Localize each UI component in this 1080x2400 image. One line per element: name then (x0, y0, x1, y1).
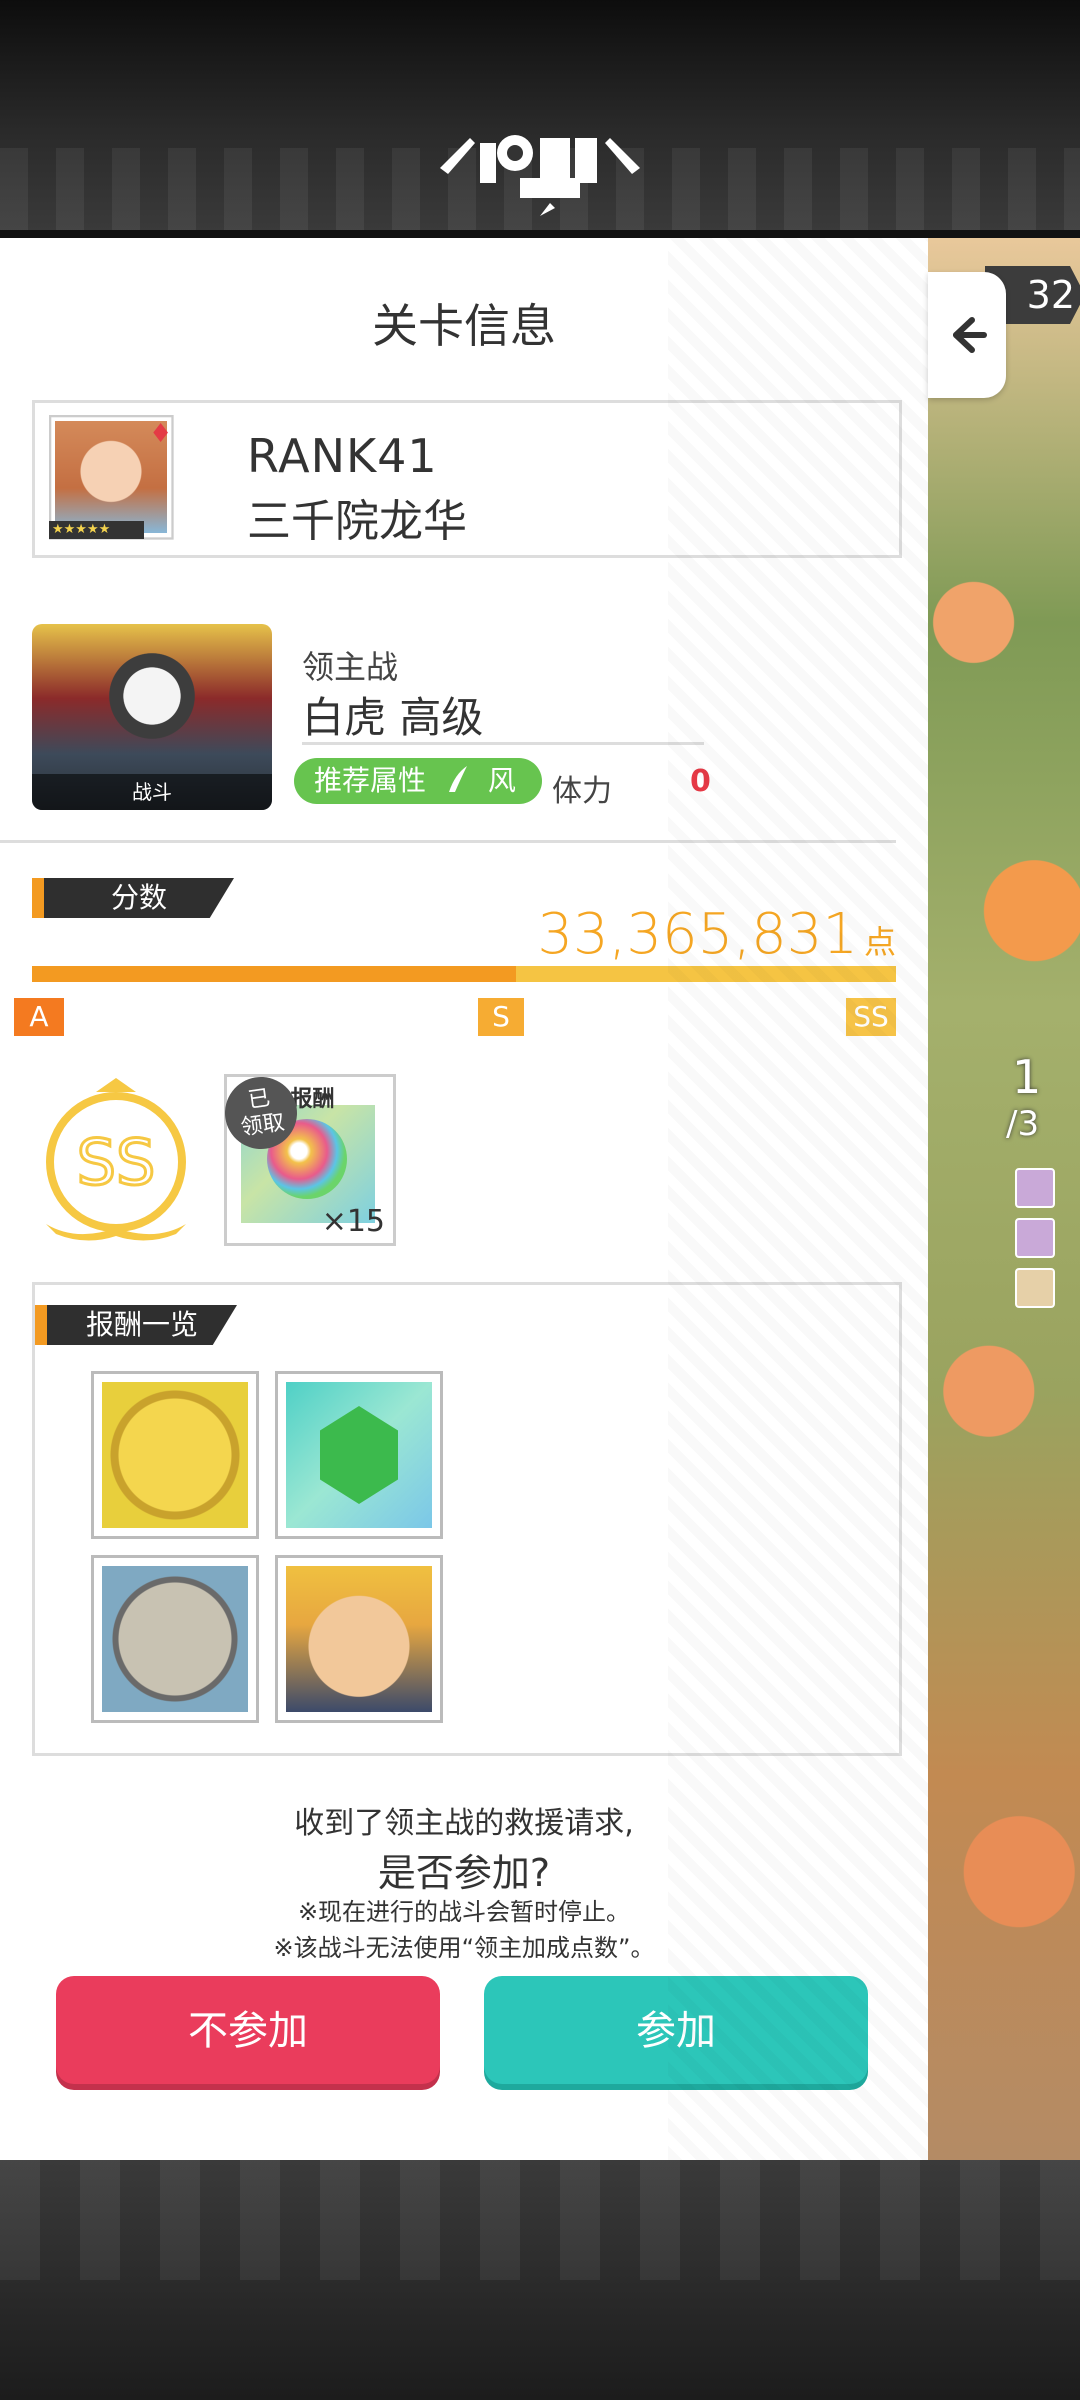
silver-coin-icon (102, 1566, 248, 1712)
wind-icon (448, 766, 467, 792)
user-name: 三千院龙华 (247, 496, 467, 547)
member-icon (1015, 1168, 1055, 1208)
score-unit: 点 (863, 923, 896, 961)
attribute-value: 风 (487, 764, 516, 797)
page-current: 1 (1012, 1050, 1042, 1104)
rank-marker-ss: SS (846, 998, 896, 1036)
boss-divider (302, 742, 704, 745)
first-clear-reward[interactable]: S 报酬 已 领取 ×15 (220, 1072, 396, 1246)
ss-rank-medal-icon: SS (46, 1078, 186, 1241)
recommended-attribute: 推荐属性 风 (294, 758, 542, 804)
page-total: /3 (1006, 1104, 1040, 1144)
bottom-bar-pattern (0, 2160, 1080, 2280)
score-display: 33,365,831 点 (537, 902, 896, 967)
rank-marker-s: S (478, 998, 524, 1036)
avatar-stars: ★★★★★ (49, 521, 144, 539)
boss-name: 白虎 高级 (302, 693, 484, 742)
green-gem-icon (286, 1382, 432, 1528)
boss-type: 领主战 (302, 648, 399, 686)
ss-medal-text: SS (77, 1126, 156, 1199)
reward-item-character[interactable] (275, 1555, 443, 1723)
join-question: 是否参加? (377, 1851, 551, 1895)
claimed-line2: 领取 (239, 1109, 287, 1141)
reward-item-green-gem[interactable] (275, 1371, 443, 1539)
panel-title: 关卡信息 (372, 299, 556, 353)
suit-icon: ♦ (149, 419, 173, 449)
decline-button[interactable]: 不参加 (56, 1976, 440, 2084)
join-button[interactable]: 参加 (484, 1976, 868, 2084)
rank-marker-a: A (14, 998, 64, 1036)
reward-quantity: ×15 (321, 1204, 385, 1239)
reward-item-gold-coin[interactable] (91, 1371, 259, 1539)
section-divider (0, 840, 896, 843)
character-cat-icon (286, 1566, 432, 1712)
game-background (928, 238, 1080, 2160)
game-logo-icon (440, 135, 640, 216)
top-bar-edge (0, 230, 1080, 238)
score-section-label: 分数 (32, 878, 234, 918)
gold-coin-icon (102, 1382, 248, 1528)
claimed-line1: 已 (246, 1085, 272, 1114)
recommended-attribute-label: 推荐属性 (314, 764, 427, 797)
stamina-label: 体力 (552, 774, 612, 809)
note-bonus-unavailable: ※该战斗无法使用“领主加成点数”。 (273, 1934, 655, 1962)
reward-list-box: 报酬一览 (32, 1282, 902, 1756)
member-icon (1015, 1268, 1055, 1308)
rescue-message: 收到了领主战的救援请求, (294, 1806, 634, 1841)
page-counter: 1 /3 (1006, 1050, 1042, 1144)
user-rank: RANK41 (247, 429, 438, 483)
top-bar (0, 0, 1080, 238)
boss-image[interactable]: 战斗 (32, 624, 272, 810)
boss-image-label: 战斗 (32, 774, 272, 810)
bottom-bar (0, 2160, 1080, 2400)
back-arrow-icon (953, 317, 987, 353)
boss-face-icon (102, 646, 202, 746)
note-battle-pause: ※现在进行的战斗会暂时停止。 (297, 1898, 631, 1926)
reward-list-label: 报酬一览 (35, 1305, 237, 1345)
member-icon (1015, 1218, 1055, 1258)
user-card: ★★★★★ ♦ RANK41 三千院龙华 (32, 400, 902, 558)
score-value: 33,365,831 (537, 902, 858, 967)
reward-item-silver-coin[interactable] (91, 1555, 259, 1723)
stage-info-panel: 关卡信息 ★★★★★ ♦ RANK41 三千院龙华 战斗 领主战 白虎 高级 推… (0, 238, 928, 2160)
back-button[interactable] (928, 272, 1006, 398)
score-progress-fill (32, 966, 516, 982)
stamina-value: 0 (690, 764, 711, 799)
